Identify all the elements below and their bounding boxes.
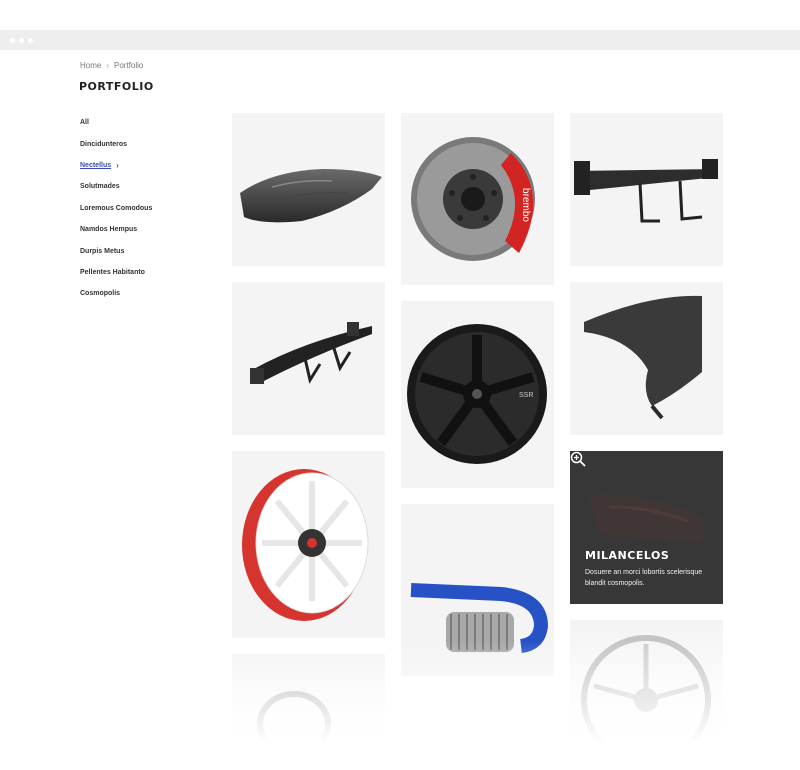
brand-logo: brembo [520, 188, 531, 222]
category-filter-item[interactable]: Dincidunteros [80, 133, 152, 154]
rear-spoiler-image [574, 159, 718, 223]
brake-disc-image: brembo [411, 137, 535, 261]
portfolio-item[interactable]: brembo [401, 113, 554, 285]
category-filter-item[interactable]: Solutmades [80, 176, 152, 197]
category-filter-item[interactable]: Namdos Hempus [80, 219, 152, 240]
category-label: All [80, 119, 89, 127]
portfolio-item[interactable]: SSR [401, 301, 554, 488]
browser-toolbar [0, 30, 800, 50]
gt-wing-image [250, 322, 372, 384]
brand-logo: SSR [519, 392, 533, 399]
page-title: PORTFOLIO [79, 80, 154, 93]
hover-overlay: MILANCELOS Dosuere an morci lobortis sce… [570, 451, 723, 604]
category-filter-item-active[interactable]: Nectellus › [80, 155, 152, 176]
portfolio-item[interactable] [570, 113, 723, 266]
breadcrumb: Home › Portfolio [80, 61, 143, 70]
category-label: Solutmades [80, 183, 120, 191]
portfolio-item-title: MILANCELOS [585, 549, 670, 562]
category-filter-list: All Dincidunteros Nectellus › Solutmades … [80, 112, 152, 305]
category-label: Loremous Comodous [80, 204, 153, 212]
portfolio-item[interactable] [232, 282, 385, 435]
category-label: Nectellus [80, 161, 112, 169]
breadcrumb-home-link[interactable]: Home [80, 61, 101, 70]
category-filter-item[interactable]: Pellentes Habitanto [80, 262, 152, 283]
red-white-wheel-image [242, 469, 369, 621]
category-label: Namdos Hempus [80, 226, 138, 234]
car-hood-image [240, 169, 382, 223]
category-filter-item[interactable]: All [80, 112, 152, 133]
category-label: Dincidunteros [80, 140, 128, 148]
category-label: Pellentes Habitanto [80, 268, 145, 276]
portfolio-item[interactable] [232, 451, 385, 638]
portfolio-item[interactable] [232, 113, 385, 266]
portfolio-item[interactable] [570, 282, 723, 435]
category-filter-item[interactable]: Cosmopolis [80, 283, 152, 304]
breadcrumb-current: Portfolio [114, 61, 144, 70]
category-filter-item[interactable]: Loremous Comodous [80, 198, 152, 219]
category-filter-item[interactable]: Durpis Metus [80, 240, 152, 261]
fender-panel-image [584, 295, 702, 420]
category-label: Durpis Metus [80, 247, 125, 255]
category-label: Cosmopolis [80, 290, 121, 298]
window-dot-icon [19, 38, 24, 43]
window-dot-icon [28, 38, 33, 43]
portfolio-item-hovered[interactable]: MILANCELOS Dosuere an morci lobortis sce… [570, 451, 723, 604]
zoom-in-icon[interactable] [570, 451, 586, 467]
portfolio-item-description: Dosuere an morci lobortis scelerisque bl… [585, 569, 703, 587]
black-wheel-image: SSR [407, 324, 547, 464]
chevron-right-icon: › [116, 160, 119, 170]
window-dot-icon [10, 38, 15, 43]
bottom-fade [0, 640, 800, 770]
chevron-right-icon: › [106, 61, 110, 70]
